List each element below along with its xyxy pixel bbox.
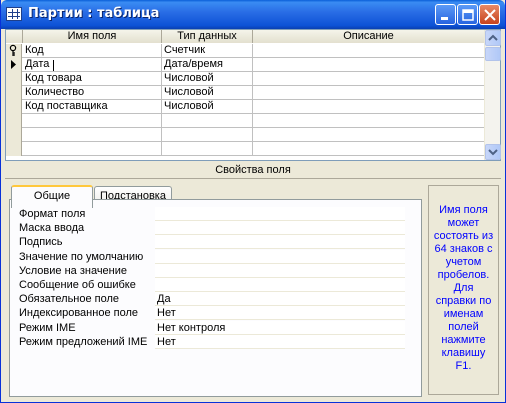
property-label: Обязательное поле [19,293,120,306]
table-icon [6,7,22,21]
current-row-arrow-icon [11,60,16,69]
property-row: Сообщение об ошибке [19,278,405,292]
table-row[interactable]: Код Счетчик [6,44,485,58]
row-selector[interactable] [6,114,22,128]
table-row[interactable] [6,128,485,142]
column-header-data-type[interactable]: Тип данных [162,30,253,43]
scroll-down-button[interactable] [485,144,501,160]
data-type-cell[interactable] [162,142,253,156]
property-label: Значение по умолчанию [19,250,144,263]
field-name-cell[interactable]: Код [23,44,162,58]
field-name-cell[interactable]: Код товара [23,72,162,86]
property-value-field[interactable] [155,235,405,250]
property-value-field[interactable] [155,221,405,236]
scroll-thumb[interactable] [485,47,501,61]
row-selector[interactable] [6,72,22,86]
table-row[interactable] [6,114,485,128]
maximize-button[interactable] [457,4,478,25]
grid-header: Имя поля Тип данных Описание [6,30,485,43]
scroll-up-icon [488,34,498,41]
data-type-cell[interactable] [162,128,253,142]
close-icon [484,9,496,21]
property-label: Подпись [19,236,63,249]
property-value-field[interactable]: Нет [155,334,405,349]
property-value-field[interactable]: Нет контроля [155,320,405,335]
field-name-cell[interactable] [23,128,162,142]
property-row: Значение по умолчанию [19,249,405,264]
scroll-up-button[interactable] [485,30,501,46]
property-value-field[interactable] [155,249,405,264]
property-label: Сообщение об ошибке [19,279,136,291]
property-row: Условие на значение [19,263,405,278]
field-grid: Имя поля Тип данных Описание Код Счетчик Д… [5,29,501,161]
maximize-icon [462,9,474,21]
field-name-cell[interactable] [23,114,162,128]
field-name-cell[interactable]: Количество [23,86,162,100]
row-selector[interactable] [6,128,22,142]
data-type-cell[interactable]: Числовой [162,72,253,86]
scroll-down-icon [488,149,498,156]
property-label: Режим предложений IME [19,335,148,348]
property-value-field[interactable]: Нет [155,306,405,321]
row-selector[interactable] [6,86,22,100]
property-value-field[interactable]: Да [155,292,405,307]
table-row[interactable]: Дата Дата/время [6,58,485,72]
text-cursor [53,60,54,71]
title-bar[interactable]: Партии : таблица [1,0,505,29]
description-cell[interactable] [253,58,485,72]
property-row: Режим IME Нет контроля [19,320,405,335]
row-selector[interactable] [6,44,22,58]
property-label: Режим IME [19,321,76,334]
column-header-description[interactable]: Описание [253,30,485,43]
grid-vertical-scrollbar[interactable] [484,30,501,160]
description-cell[interactable] [253,100,485,114]
property-row: Режим предложений IME Нет [19,334,405,349]
header-selector [6,30,23,43]
close-button[interactable] [479,4,500,25]
description-cell[interactable] [253,142,485,156]
field-name-cell[interactable]: Код поставщика [23,100,162,114]
field-name-cell[interactable] [23,142,162,156]
property-label: Формат поля [19,208,86,220]
data-type-cell[interactable]: Счетчик [162,44,253,58]
property-value-field[interactable] [155,278,405,292]
table-row[interactable]: Код поставщика Числовой [6,100,485,114]
column-header-field-name[interactable]: Имя поля [23,30,162,43]
property-value-field[interactable] [155,207,405,221]
field-properties-title: Свойства поля [215,164,291,176]
property-label: Условие на значение [19,264,128,277]
description-cell[interactable] [253,114,485,128]
help-text: Имя поля может состоять из 64 знаков с у… [428,185,499,395]
property-row: Подпись [19,235,405,250]
description-cell[interactable] [253,44,485,58]
table-design-window: Партии : таблица Имя поля Тип данных Опи… [0,0,506,403]
row-selector[interactable] [6,100,22,114]
field-name-cell[interactable]: Дата [23,58,162,72]
key-icon [9,44,17,56]
table-row[interactable]: Код товара Числовой [6,72,485,86]
description-cell[interactable] [253,86,485,100]
tab-general[interactable]: Общие [11,185,93,208]
data-type-cell[interactable]: Числовой [162,100,253,114]
data-type-cell[interactable]: Дата/время [162,58,253,72]
general-properties-panel: Формат поля Маска ввода Подпись Значение по… [9,199,422,397]
property-row: Формат поля [19,207,405,221]
table-row[interactable]: Количество Числовой [6,86,485,100]
row-selector[interactable] [6,142,22,156]
property-row: Индексированное поле Нет [19,306,405,321]
data-type-cell[interactable] [162,114,253,128]
property-row: Обязательное поле Да [19,292,405,307]
minimize-button[interactable] [435,4,456,25]
table-row[interactable] [6,142,485,156]
minimize-icon [441,17,448,20]
row-selector[interactable] [6,58,22,72]
property-label: Индексированное поле [19,307,138,320]
property-label: Маска ввода [19,222,85,235]
window-title: Партии : таблица [28,6,160,21]
description-cell[interactable] [253,72,485,86]
property-row: Маска ввода [19,221,405,236]
description-cell[interactable] [253,128,485,142]
data-type-cell[interactable]: Числовой [162,86,253,100]
property-value-field[interactable] [155,263,405,278]
